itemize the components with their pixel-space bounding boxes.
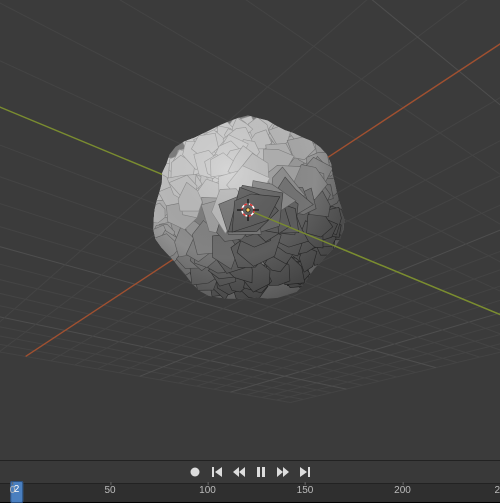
pause-button[interactable] bbox=[252, 464, 270, 480]
jump-to-end-button[interactable] bbox=[296, 464, 314, 480]
timeline-tick: 25 bbox=[494, 485, 500, 496]
timeline-tick: 0 bbox=[10, 485, 16, 496]
timeline-tick: 200 bbox=[394, 485, 411, 496]
jump-to-start-button[interactable] bbox=[208, 464, 226, 480]
record-button[interactable] bbox=[186, 464, 204, 480]
timeline-ruler[interactable]: 2 05010015020025 bbox=[0, 483, 500, 502]
prev-keyframe-button[interactable] bbox=[230, 464, 248, 480]
timeline-tick: 50 bbox=[104, 485, 115, 496]
timeline-panel: 2 05010015020025 bbox=[0, 460, 500, 501]
next-keyframe-button[interactable] bbox=[274, 464, 292, 480]
timeline-tick: 150 bbox=[297, 485, 314, 496]
playback-controls bbox=[186, 464, 314, 480]
timeline-tick: 100 bbox=[199, 485, 216, 496]
viewport-3d[interactable] bbox=[0, 0, 500, 460]
